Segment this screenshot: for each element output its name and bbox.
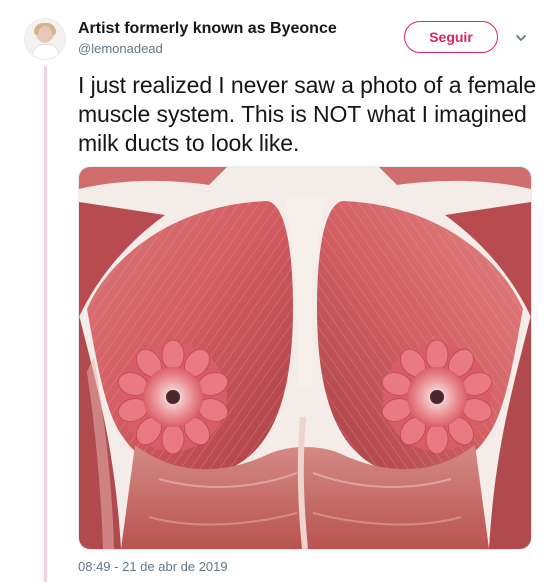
username[interactable]: @lemonadead bbox=[78, 41, 163, 56]
tweet-text: I just realized I never saw a photo of a… bbox=[78, 72, 537, 156]
muscle-illustration bbox=[79, 167, 531, 549]
tweet-media[interactable] bbox=[78, 166, 532, 550]
thread-line bbox=[44, 66, 47, 582]
avatar-face bbox=[38, 26, 52, 43]
display-name[interactable]: Artist formerly known as Byeonce bbox=[78, 20, 337, 38]
follow-button[interactable]: Seguir bbox=[404, 21, 498, 53]
timestamp[interactable]: 08:49 - 21 de abr de 2019 bbox=[78, 559, 228, 574]
chevron-down-icon[interactable] bbox=[514, 31, 528, 45]
avatar[interactable] bbox=[24, 18, 66, 60]
avatar-body bbox=[32, 44, 60, 59]
